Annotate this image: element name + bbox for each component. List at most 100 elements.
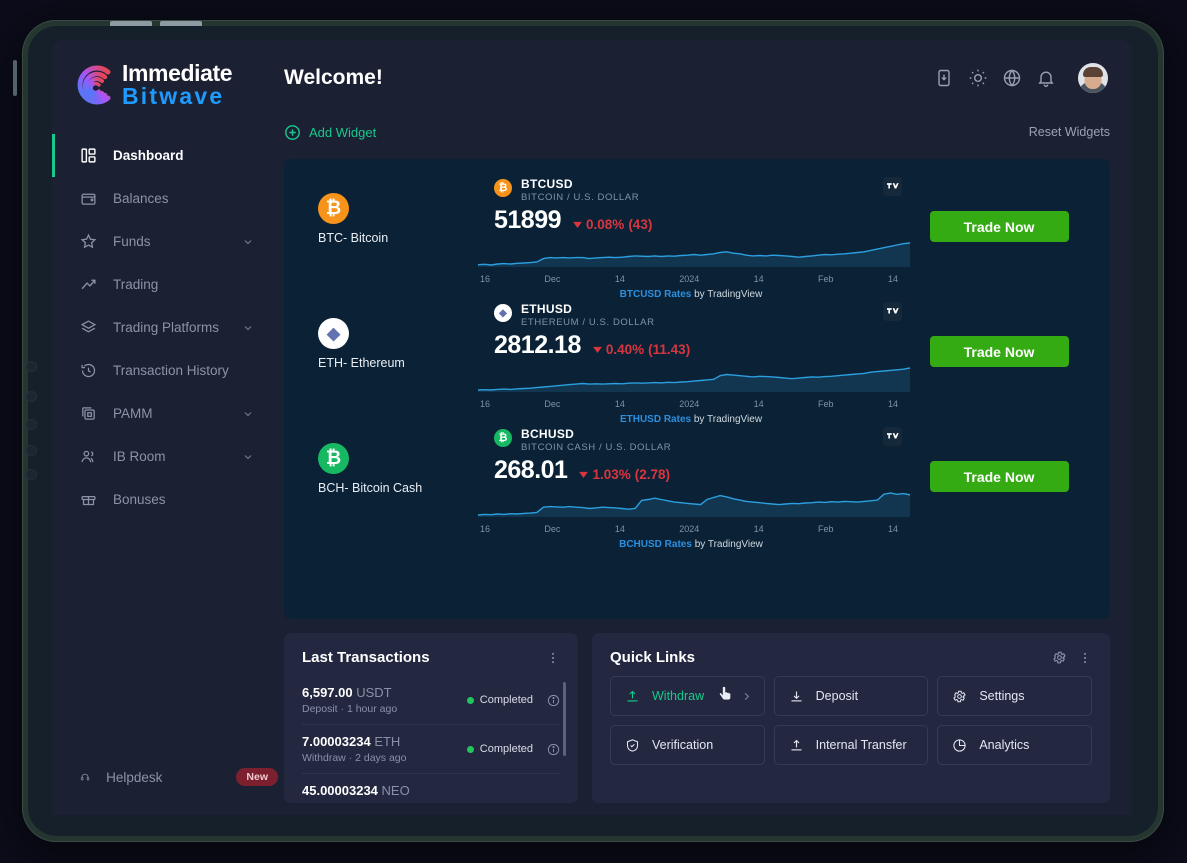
chevron-down-icon[interactable] bbox=[242, 451, 254, 463]
quick-link-label: Analytics bbox=[979, 738, 1030, 752]
notification-bell-icon[interactable] bbox=[1036, 68, 1056, 88]
add-widget-label: Add Widget bbox=[309, 124, 377, 140]
tradingview-logo-icon[interactable] bbox=[883, 427, 902, 446]
tv-change-abs-btc: (43) bbox=[628, 217, 653, 232]
table-row[interactable]: 6,597.00 USDT Deposit · 1 hour ago Compl… bbox=[302, 676, 560, 725]
arrow-up-tray-icon bbox=[627, 690, 638, 701]
trend-up-icon bbox=[81, 279, 96, 290]
transaction-type: Deposit bbox=[302, 703, 338, 715]
deposit-icon[interactable] bbox=[934, 68, 954, 88]
dashboard-content: ₿ BTC- Bitcoin ₿ BTCUSD BITCOIN / U.S. D… bbox=[278, 149, 1132, 803]
quick-links-menu-icon[interactable] bbox=[1078, 651, 1092, 665]
tv-credit-suffix-btc: by TradingView bbox=[694, 289, 763, 300]
language-globe-icon[interactable] bbox=[1002, 68, 1022, 88]
axis-tick-label: 14 bbox=[753, 274, 764, 284]
status-dot-icon bbox=[466, 745, 474, 753]
axis-tick-label: Dec bbox=[544, 274, 561, 284]
eth-symbol-icon: ◆ bbox=[494, 304, 512, 322]
sidebar-item-trading-platforms[interactable]: Trading Platforms bbox=[52, 306, 278, 349]
btc-symbol-icon: ₿ bbox=[494, 179, 512, 197]
tradingview-logo-icon[interactable] bbox=[883, 302, 902, 321]
chevron-down-icon[interactable] bbox=[242, 236, 254, 248]
copy-box-icon bbox=[82, 407, 95, 420]
tv-symbol-eth: ETHUSD bbox=[521, 302, 573, 316]
quick-links-title: Quick Links bbox=[610, 649, 696, 666]
brand-logo[interactable]: Immediate Bitwave bbox=[52, 40, 278, 124]
sidebar-item-helpdesk[interactable]: Helpdesk New bbox=[52, 757, 278, 797]
widget-toolbar: Add Widget Reset Widgets bbox=[278, 115, 1132, 149]
table-row[interactable]: 45.00003234 NEO bbox=[302, 774, 560, 803]
star-icon bbox=[80, 233, 97, 249]
tv-change-bch: 1.03% (2.78) bbox=[579, 467, 670, 482]
quick-link-settings[interactable]: Settings bbox=[937, 676, 1092, 716]
tv-credit-suffix-bch: by TradingView bbox=[694, 539, 763, 550]
trade-now-button-eth[interactable]: Trade Now bbox=[929, 336, 1069, 367]
info-icon[interactable] bbox=[547, 743, 560, 756]
users-icon bbox=[81, 450, 94, 463]
trade-now-button-btc[interactable]: Trade Now bbox=[929, 211, 1069, 242]
quick-links-panel: Quick Links Withdraw Deposit Settings Ve… bbox=[592, 633, 1110, 803]
quick-link-internal-transfer[interactable]: Internal Transfer bbox=[773, 725, 929, 765]
info-icon[interactable] bbox=[547, 694, 560, 707]
transaction-currency: ETH bbox=[374, 734, 401, 749]
arrow-up-tray-icon bbox=[791, 739, 802, 750]
tv-change-btc: 0.08% (43) bbox=[573, 217, 652, 232]
sidebar-item-bonuses[interactable]: Bonuses bbox=[52, 478, 278, 521]
sidebar-item-ib-room[interactable]: IB Room bbox=[52, 435, 278, 478]
tv-credit-bch: BCHUSD Rates by TradingView bbox=[472, 539, 910, 550]
quick-link-deposit[interactable]: Deposit bbox=[773, 676, 929, 716]
sidebar-item-dashboard[interactable]: Dashboard bbox=[52, 134, 278, 177]
tv-credit-eth: ETHUSD Rates by TradingView bbox=[472, 414, 910, 425]
btc-coin-icon: ₿ bbox=[318, 193, 349, 224]
brand-name: Immediate Bitwave bbox=[122, 62, 233, 109]
transaction-currency: USDT bbox=[356, 685, 392, 700]
chevron-down-icon[interactable] bbox=[242, 322, 254, 334]
tradingview-logo-icon[interactable] bbox=[883, 177, 902, 196]
transactions-menu-icon[interactable] bbox=[546, 651, 560, 665]
mouse-cursor-icon bbox=[719, 686, 732, 701]
helpdesk-label: Helpdesk bbox=[106, 769, 163, 785]
transactions-title: Last Transactions bbox=[302, 649, 430, 666]
theme-sun-icon[interactable] bbox=[968, 68, 988, 88]
gear-icon bbox=[953, 690, 967, 702]
tradingview-btc: ₿ BTCUSD BITCOIN / U.S. DOLLAR 51899 0.0… bbox=[472, 177, 910, 300]
reset-widgets-button[interactable]: Reset Widgets bbox=[1029, 125, 1110, 139]
sidebar-item-transaction-history[interactable]: Transaction History bbox=[52, 349, 278, 392]
screenshot-root: Immediate Bitwave Dashboard Balances Fun… bbox=[0, 0, 1187, 863]
quick-links-settings-icon[interactable] bbox=[1052, 650, 1067, 665]
trade-col-eth: Trade Now bbox=[910, 302, 1088, 367]
quick-link-verification[interactable]: Verification bbox=[610, 725, 765, 765]
helpdesk-new-badge: New bbox=[236, 768, 278, 786]
quick-link-label: Deposit bbox=[815, 689, 859, 703]
sidebar-nav: Dashboard Balances Funds Trading Trading… bbox=[52, 134, 278, 521]
coin-info-eth: ◆ ETH- Ethereum bbox=[284, 302, 472, 370]
brand-line-2: Bitwave bbox=[122, 83, 225, 109]
market-widget: ₿ BTC- Bitcoin ₿ BTCUSD BITCOIN / U.S. D… bbox=[284, 159, 1110, 619]
tv-price-row-eth: 2812.18 0.40% (11.43) bbox=[472, 331, 910, 360]
quick-link-analytics[interactable]: Analytics bbox=[937, 725, 1092, 765]
quick-link-withdraw[interactable]: Withdraw bbox=[610, 676, 765, 716]
tv-credit-link-bch: BCHUSD Rates bbox=[619, 539, 692, 550]
trade-now-button-bch[interactable]: Trade Now bbox=[929, 461, 1069, 492]
avatar[interactable] bbox=[1076, 60, 1110, 95]
bezel-dot-5 bbox=[27, 470, 36, 479]
add-widget-button[interactable]: Add Widget bbox=[284, 124, 376, 141]
bch-symbol-icon: ₿ bbox=[494, 429, 512, 447]
axis-tick-label: Feb bbox=[818, 524, 834, 534]
power-button[interactable] bbox=[13, 60, 17, 96]
table-row[interactable]: 7.00003234 ETH Withdraw · 2 days ago Com… bbox=[302, 725, 560, 774]
bezel-dot-2 bbox=[27, 392, 36, 401]
sidebar-item-trading[interactable]: Trading bbox=[52, 263, 278, 306]
transactions-scrollbar[interactable] bbox=[563, 682, 566, 756]
transaction-amount-value: 7.00003234 bbox=[302, 734, 371, 749]
chevron-down-icon[interactable] bbox=[242, 408, 254, 420]
main-area: Welcome! Add Widget Reset Widgets ₿ BTC-… bbox=[278, 40, 1132, 815]
tv-price-btc: 51899 bbox=[494, 206, 562, 234]
coin-label-btc: BTC- Bitcoin bbox=[318, 231, 389, 245]
sidebar-item-pamm[interactable]: PAMM bbox=[52, 392, 278, 435]
tv-change-pct-bch: 1.03% bbox=[592, 467, 631, 482]
sidebar-label-ib-room: IB Room bbox=[113, 449, 166, 464]
status-badge: Completed bbox=[466, 694, 533, 706]
sidebar-item-balances[interactable]: Balances bbox=[52, 177, 278, 220]
sidebar-item-funds[interactable]: Funds bbox=[52, 220, 278, 263]
